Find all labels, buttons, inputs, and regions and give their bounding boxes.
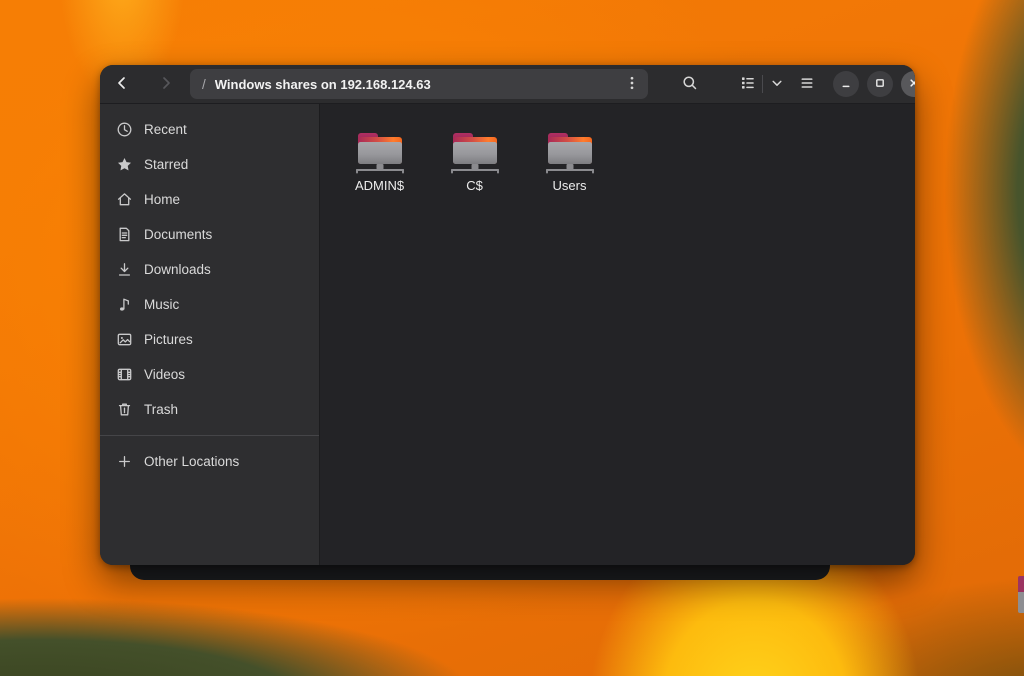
videos-icon — [116, 366, 133, 383]
documents-icon — [116, 226, 133, 243]
view-options-button[interactable] — [763, 68, 791, 100]
sidebar-divider — [100, 435, 319, 436]
hamburger-menu-icon — [798, 74, 816, 95]
close-button[interactable] — [901, 71, 915, 97]
file-item-admin-share[interactable]: ADMIN$ — [332, 126, 427, 199]
sidebar-item-pictures[interactable]: Pictures — [106, 322, 313, 357]
search-button[interactable] — [674, 68, 706, 100]
starred-icon — [116, 156, 133, 173]
cutoff-folder-tab — [1018, 576, 1024, 592]
file-item-users[interactable]: Users — [522, 126, 617, 199]
network-share-folder-icon — [449, 129, 501, 175]
sidebar-item-music[interactable]: Music — [106, 287, 313, 322]
chevron-down-icon — [768, 74, 786, 95]
vertical-dots-icon — [623, 74, 641, 95]
maximize-button[interactable] — [867, 71, 893, 97]
sidebar-footer: Other Locations — [100, 444, 319, 479]
plus-icon — [116, 453, 133, 470]
music-icon — [116, 296, 133, 313]
trash-icon — [116, 401, 133, 418]
downloads-icon — [116, 261, 133, 278]
sidebar-item-videos[interactable]: Videos — [106, 357, 313, 392]
network-share-folder-icon — [544, 129, 596, 175]
minimize-icon — [839, 76, 853, 93]
headerbar: / Windows shares on 192.168.124.63 — [100, 65, 915, 104]
file-view: ADMIN$ C$ — [320, 104, 915, 565]
list-view-button[interactable] — [734, 68, 762, 100]
chevron-left-icon — [113, 74, 131, 95]
pictures-icon — [116, 331, 133, 348]
chevron-right-icon — [157, 74, 175, 95]
files-window: / Windows shares on 192.168.124.63 — [100, 65, 915, 565]
maximize-icon — [873, 76, 887, 93]
path-title: Windows shares on 192.168.124.63 — [215, 77, 620, 92]
home-icon — [116, 191, 133, 208]
forward-button[interactable] — [150, 68, 182, 100]
close-icon — [907, 76, 915, 93]
sidebar-item-documents[interactable]: Documents — [106, 217, 313, 252]
network-share-folder-icon — [354, 129, 406, 175]
back-button[interactable] — [106, 68, 138, 100]
main-menu-button[interactable] — [791, 68, 823, 100]
path-root-slash: / — [202, 77, 206, 92]
sidebar-item-trash[interactable]: Trash — [106, 392, 313, 427]
list-view-icon — [739, 74, 757, 95]
file-grid: ADMIN$ C$ — [320, 104, 915, 199]
pathbar[interactable]: / Windows shares on 192.168.124.63 — [190, 69, 648, 99]
sidebar-item-downloads[interactable]: Downloads — [106, 252, 313, 287]
sidebar-item-recent[interactable]: Recent — [106, 112, 313, 147]
path-menu-button[interactable] — [620, 72, 644, 96]
recent-icon — [116, 121, 133, 138]
desktop-wallpaper: / Windows shares on 192.168.124.63 — [0, 0, 1024, 676]
window-body: Recent Starred Home Documents Do — [100, 104, 915, 565]
sidebar-item-starred[interactable]: Starred — [106, 147, 313, 182]
sidebar-item-home[interactable]: Home — [106, 182, 313, 217]
cutoff-folder-sliver — [1018, 576, 1024, 613]
sidebar: Recent Starred Home Documents Do — [100, 104, 320, 565]
sidebar-list: Recent Starred Home Documents Do — [100, 112, 319, 427]
minimize-button[interactable] — [833, 71, 859, 97]
file-item-c-share[interactable]: C$ — [427, 126, 522, 199]
cutoff-folder-body — [1018, 592, 1024, 613]
search-icon — [681, 74, 699, 95]
sidebar-item-other-locations[interactable]: Other Locations — [106, 444, 313, 479]
view-toggle-group — [734, 68, 791, 100]
